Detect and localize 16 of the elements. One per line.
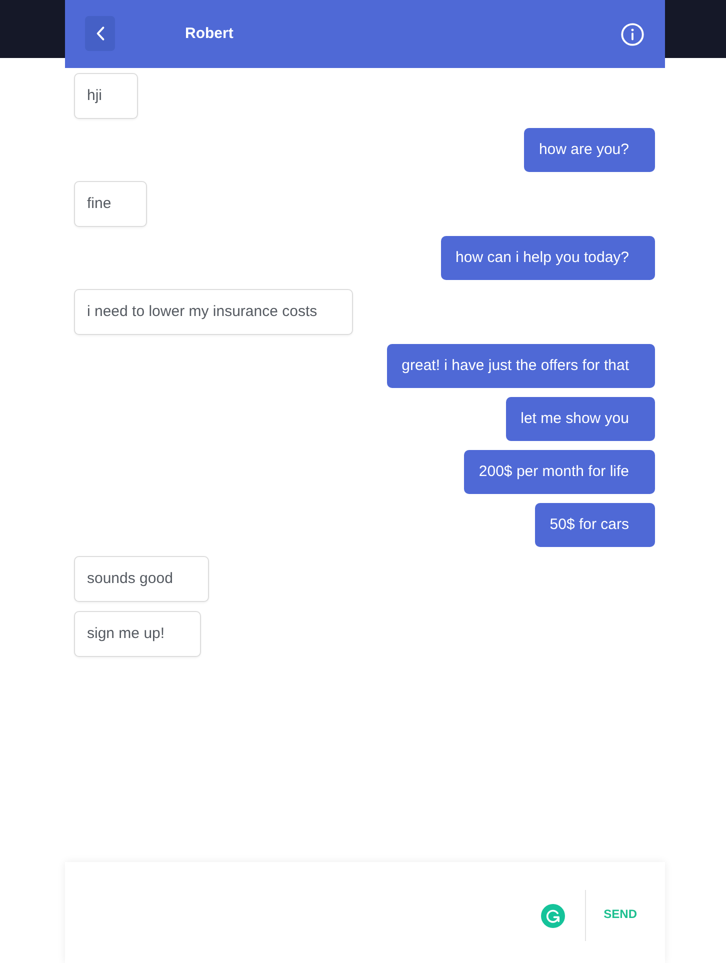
contact-name: Robert xyxy=(185,24,234,44)
sent-message-bubble: 200$ per month for life xyxy=(464,450,655,494)
chevron-left-icon xyxy=(96,26,104,41)
sent-message-bubble: let me show you xyxy=(506,397,655,441)
received-message-bubble: hji xyxy=(74,73,138,119)
received-message-bubble: sounds good xyxy=(74,556,209,602)
received-message-bubble: i need to lower my insurance costs xyxy=(74,289,354,335)
received-message-bubble: fine xyxy=(74,181,148,227)
info-icon[interactable] xyxy=(621,22,644,46)
sent-message-bubble: 50$ for cars xyxy=(534,503,655,547)
back-button[interactable] xyxy=(85,16,115,51)
sent-message-bubble: how can i help you today? xyxy=(440,236,655,280)
received-message-bubble: sign me up! xyxy=(74,611,201,657)
sent-message-bubble: great! i have just the offers for that xyxy=(386,344,655,388)
send-button[interactable]: SEND xyxy=(604,906,637,920)
sent-message-bubble: how are you? xyxy=(524,128,655,172)
